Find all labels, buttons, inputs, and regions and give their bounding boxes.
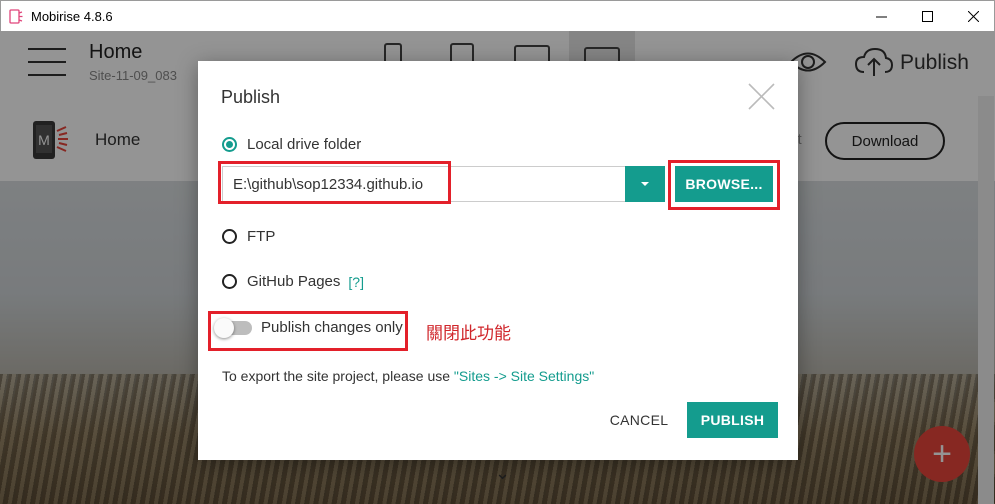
path-dropdown-button[interactable] xyxy=(625,166,665,202)
caret-down-icon xyxy=(641,182,649,186)
annotation-text: 關閉此功能 xyxy=(426,324,511,343)
export-note: To export the site project, please use "… xyxy=(222,368,594,384)
close-window-button[interactable] xyxy=(950,1,995,31)
highlight-browse-box xyxy=(668,160,780,210)
window-titlebar: Mobirise 4.8.6 xyxy=(0,0,995,31)
close-dialog-icon[interactable] xyxy=(748,83,775,110)
close-icon xyxy=(967,10,979,22)
dialog-title: Publish xyxy=(221,87,281,107)
minimize-button[interactable] xyxy=(858,1,904,31)
cancel-button[interactable]: CANCEL xyxy=(602,402,676,438)
highlight-toggle-box xyxy=(208,311,408,351)
publish-button[interactable]: PUBLISH xyxy=(687,402,778,438)
publish-dialog: Publish Local drive folder BROWSE... FTP… xyxy=(198,61,798,460)
highlight-path-box xyxy=(218,161,451,204)
option-github-pages[interactable]: GitHub Pages [?] xyxy=(222,273,364,290)
site-settings-link[interactable]: "Sites -> Site Settings" xyxy=(454,368,594,384)
option-ftp[interactable]: FTP xyxy=(222,228,275,245)
maximize-icon xyxy=(921,10,933,22)
option-local-drive-label: Local drive folder xyxy=(247,136,362,153)
radio-github-pages[interactable] xyxy=(222,274,237,289)
maximize-button[interactable] xyxy=(904,1,950,31)
radio-local-drive[interactable] xyxy=(222,137,237,152)
option-ftp-label: FTP xyxy=(247,228,276,245)
github-help-link[interactable]: [?] xyxy=(348,274,364,290)
radio-ftp[interactable] xyxy=(222,229,237,244)
mobirise-logo-icon xyxy=(9,9,23,24)
export-note-text: To export the site project, please use xyxy=(222,368,454,384)
minimize-icon xyxy=(875,16,887,17)
option-local-drive[interactable]: Local drive folder xyxy=(222,136,361,153)
option-github-label: GitHub Pages xyxy=(247,273,341,290)
window-title: Mobirise 4.8.6 xyxy=(31,9,113,24)
